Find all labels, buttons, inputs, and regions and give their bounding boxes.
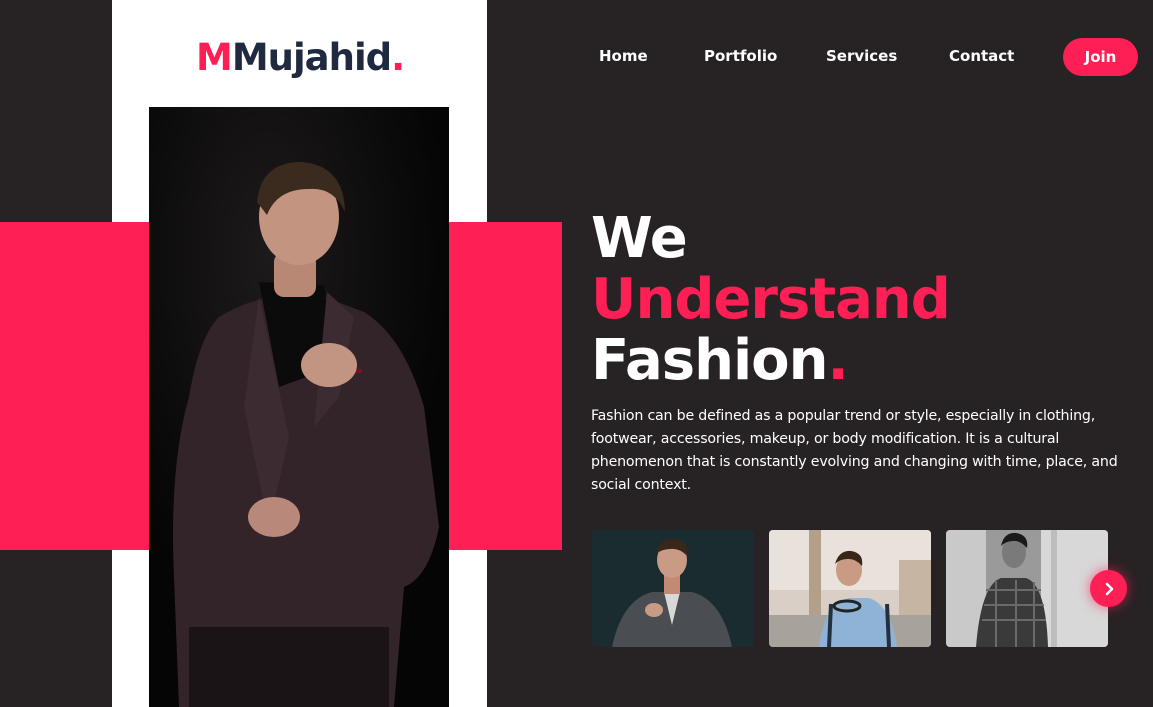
headline-line-3: Fashion. <box>591 330 950 391</box>
headline-word-fashion: Fashion <box>591 328 828 393</box>
gallery-next-button[interactable] <box>1090 570 1127 607</box>
headline-dot: . <box>827 328 849 393</box>
hero-headline: We Understand Fashion. <box>591 206 951 391</box>
hero-description: Fashion can be defined as a popular tren… <box>591 408 1118 493</box>
gallery-thumbnail-3[interactable] <box>946 530 1108 647</box>
nav-services[interactable]: Services <box>826 47 897 65</box>
main-nav: Home Portfolio Services Contact Join <box>0 38 1153 76</box>
headline-line-1: We <box>591 206 688 271</box>
nav-contact[interactable]: Contact <box>949 47 1014 65</box>
gallery-thumbnail-1[interactable] <box>592 530 754 647</box>
headline-line-2: Understand <box>591 267 951 332</box>
gallery-thumbnail-2[interactable] <box>769 530 931 647</box>
nav-home[interactable]: Home <box>599 47 648 65</box>
chevron-right-icon <box>1105 582 1113 595</box>
join-button[interactable]: Join <box>1063 38 1138 76</box>
hero-model-photo <box>149 107 449 707</box>
nav-portfolio[interactable]: Portfolio <box>704 47 777 65</box>
